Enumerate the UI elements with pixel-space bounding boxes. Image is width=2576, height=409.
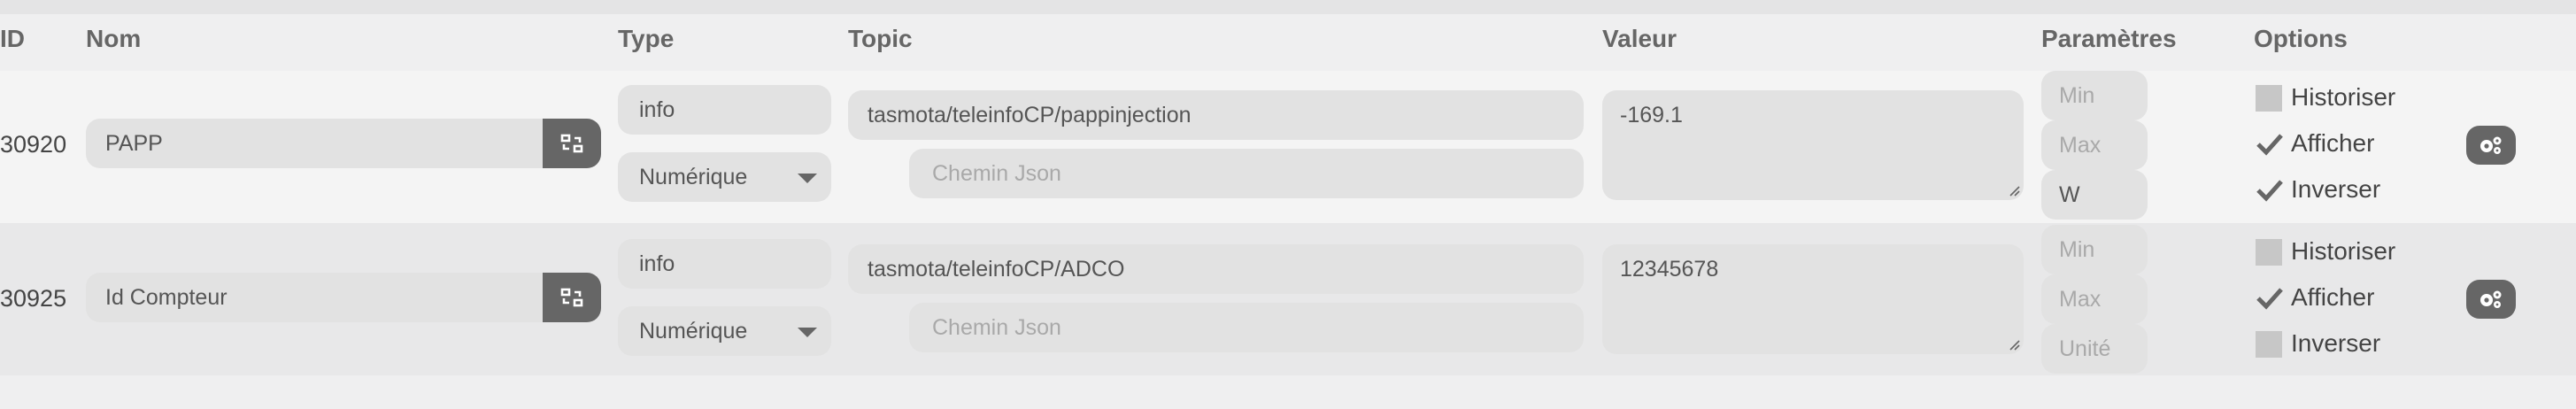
header-params: Paramètres [2041, 25, 2177, 52]
min-input[interactable]: Min [2041, 225, 2148, 274]
historize-checkbox[interactable] [2256, 85, 2282, 112]
min-placeholder: Min [2059, 237, 2095, 262]
swap-icon [560, 134, 583, 153]
historize-label: Historiser [2291, 83, 2396, 111]
historize-label: Historiser [2291, 237, 2396, 265]
swap-button[interactable] [543, 119, 601, 168]
max-placeholder: Max [2059, 287, 2102, 312]
header-id: ID [0, 25, 25, 52]
header-options: Options [2254, 25, 2348, 52]
json-path-input[interactable]: Chemin Json [909, 149, 1584, 198]
invert-checkbox[interactable] [2256, 331, 2282, 358]
value-text: -169.1 [1620, 103, 1683, 127]
display-label: Afficher [2291, 283, 2375, 311]
check-icon[interactable] [2256, 285, 2284, 312]
max-input[interactable]: Max [2041, 274, 2148, 324]
topic-value: tasmota/teleinfoCP/pappinjection [868, 103, 1192, 127]
subtype-value: Numérique [639, 165, 748, 189]
table-header: ID Nom Type Topic Valeur Paramètres Opti… [0, 0, 2576, 71]
check-icon[interactable] [2256, 131, 2284, 158]
header-topic: Topic [848, 25, 913, 52]
resize-handle-icon[interactable] [2008, 184, 2020, 197]
table-row: 30920 PAPP info Numérique tasmota/telein… [0, 71, 2576, 223]
resize-handle-icon[interactable] [2008, 338, 2020, 351]
swap-button[interactable] [543, 273, 601, 322]
invert-label: Inverser [2291, 329, 2381, 357]
unit-placeholder: Unité [2059, 336, 2111, 361]
check-icon[interactable] [2256, 177, 2284, 204]
gears-icon [2480, 290, 2502, 308]
config-button[interactable] [2466, 280, 2516, 319]
value-textarea[interactable]: 12345678 [1602, 244, 2024, 354]
type-field[interactable]: info [618, 239, 831, 289]
unit-input[interactable]: Unité [2041, 324, 2148, 374]
subtype-select[interactable]: Numérique [618, 152, 831, 202]
table-row: 30925 Id Compteur info Numérique tasmota… [0, 223, 2576, 375]
name-value: PAPP [105, 131, 163, 156]
header-value: Valeur [1602, 25, 1677, 52]
unit-value: W [2059, 182, 2080, 207]
chevron-down-icon [798, 328, 817, 337]
swap-icon [560, 288, 583, 307]
subtype-select[interactable]: Numérique [618, 306, 831, 356]
name-field[interactable]: Id Compteur [86, 273, 601, 322]
min-placeholder: Min [2059, 83, 2095, 108]
subtype-value: Numérique [639, 319, 748, 343]
chevron-down-icon [798, 174, 817, 183]
type-field[interactable]: info [618, 85, 831, 135]
topic-field[interactable]: tasmota/teleinfoCP/pappinjection [848, 90, 1584, 140]
json-path-placeholder: Chemin Json [932, 315, 1061, 340]
value-textarea[interactable]: -169.1 [1602, 90, 2024, 200]
type-value: info [639, 251, 675, 276]
header-type: Type [618, 25, 675, 52]
display-label: Afficher [2291, 129, 2375, 157]
json-path-placeholder: Chemin Json [932, 161, 1061, 186]
row-id: 30920 [0, 131, 67, 158]
json-path-input[interactable]: Chemin Json [909, 303, 1584, 352]
config-button[interactable] [2466, 126, 2516, 165]
gears-icon [2480, 136, 2502, 154]
header-name: Nom [86, 25, 142, 52]
value-text: 12345678 [1620, 257, 1719, 282]
name-value: Id Compteur [105, 285, 228, 310]
type-value: info [639, 97, 675, 122]
invert-label: Inverser [2291, 175, 2381, 203]
topic-field[interactable]: tasmota/teleinfoCP/ADCO [848, 244, 1584, 294]
row-id: 30925 [0, 285, 67, 312]
max-placeholder: Max [2059, 133, 2102, 158]
max-input[interactable]: Max [2041, 120, 2148, 170]
min-input[interactable]: Min [2041, 71, 2148, 120]
unit-input[interactable]: W [2041, 170, 2148, 220]
name-field[interactable]: PAPP [86, 119, 601, 168]
historize-checkbox[interactable] [2256, 239, 2282, 266]
topic-value: tasmota/teleinfoCP/ADCO [868, 257, 1125, 282]
